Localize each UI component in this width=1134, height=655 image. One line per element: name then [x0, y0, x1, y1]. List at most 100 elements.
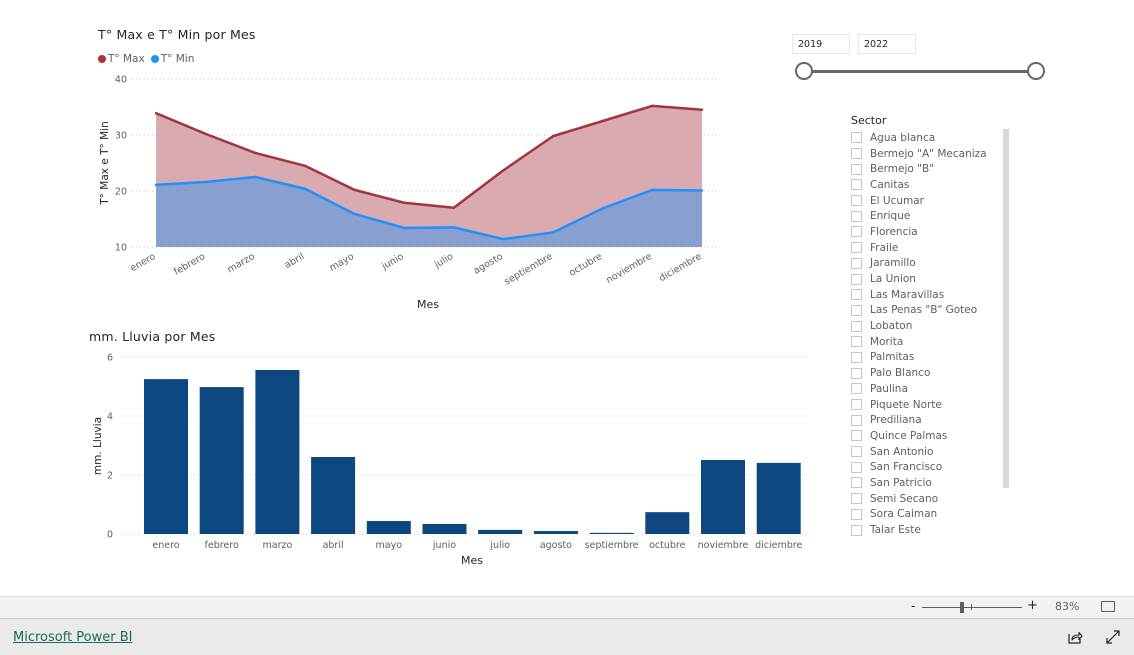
sector-checkbox[interactable] — [851, 351, 862, 363]
bar-diciembre[interactable] — [756, 462, 801, 534]
bar-mayo[interactable] — [366, 521, 411, 534]
sector-checkbox[interactable] — [851, 257, 862, 269]
sector-checkbox[interactable] — [851, 493, 862, 505]
sector-item[interactable]: Enrique — [851, 208, 1011, 224]
sector-item[interactable]: Canitas — [851, 177, 1011, 193]
sector-label: Canitas — [870, 178, 910, 191]
fit-to-page-icon[interactable] — [1101, 601, 1115, 612]
fullscreen-icon[interactable] — [1105, 629, 1121, 645]
sector-item[interactable]: Las Maravillas — [851, 287, 1011, 303]
sector-item[interactable]: Quince Palmas — [851, 428, 1011, 444]
sector-item[interactable]: Piquete Norte — [851, 397, 1011, 413]
sector-checkbox[interactable] — [851, 414, 862, 426]
sector-checkbox[interactable] — [851, 336, 862, 348]
sector-checkbox[interactable] — [851, 430, 862, 442]
sector-item[interactable]: San Antonio — [851, 444, 1011, 460]
sector-item[interactable]: Sora Caiman — [851, 507, 1011, 523]
temp-area-chart[interactable]: 10 20 30 40 enero febrero marzo abril mayo junio j… — [0, 0, 740, 320]
x-tick-label: junio — [432, 540, 456, 551]
share-icon[interactable] — [1067, 629, 1083, 645]
sector-checkbox[interactable] — [851, 273, 862, 285]
sector-checkbox[interactable] — [851, 383, 862, 395]
sector-checkbox[interactable] — [851, 195, 862, 207]
sector-checkbox[interactable] — [851, 399, 862, 411]
bar-febrero[interactable] — [199, 387, 244, 534]
sector-item[interactable]: Bermejo "B" — [851, 161, 1011, 177]
sector-checkbox[interactable] — [851, 477, 862, 489]
year-slider-track[interactable] — [804, 70, 1036, 73]
sector-label: Fraile — [870, 241, 899, 254]
sector-scrollbar[interactable] — [1003, 129, 1009, 488]
year-end-input[interactable]: 2022 — [858, 34, 916, 54]
sector-checkbox[interactable] — [851, 179, 862, 191]
sector-item[interactable]: Prediliana — [851, 412, 1011, 428]
x-tick-label: marzo — [263, 540, 293, 551]
sector-label: San Antonio — [870, 445, 934, 458]
x-tick-label: julio — [432, 251, 456, 271]
sector-checkbox[interactable] — [851, 242, 862, 254]
point-t-max — [502, 169, 505, 172]
sector-label: Florencia — [870, 225, 918, 238]
sector-checkbox[interactable] — [851, 508, 862, 520]
x-tick-label: agosto — [472, 251, 506, 277]
zoom-slider-track[interactable] — [922, 607, 1022, 608]
sector-checkbox[interactable] — [851, 320, 862, 332]
zoom-in-button[interactable]: + — [1027, 598, 1038, 613]
zoom-slider-handle[interactable] — [960, 602, 964, 613]
sector-item[interactable]: Bermejo "A" Mecaniza — [851, 146, 1011, 162]
bar-octubre[interactable] — [645, 512, 690, 534]
sector-checkbox[interactable] — [851, 367, 862, 379]
sector-checkbox[interactable] — [851, 461, 862, 473]
sector-label: Palo Blanco — [870, 367, 931, 380]
sector-item[interactable]: Paulina — [851, 381, 1011, 397]
sector-item[interactable]: San Patricio — [851, 475, 1011, 491]
bar-abril[interactable] — [311, 457, 356, 534]
sector-item[interactable]: El Ucumar — [851, 193, 1011, 209]
sector-item[interactable]: Agua blanca — [851, 130, 1011, 146]
bar-enero[interactable] — [144, 379, 188, 534]
sector-checkbox[interactable] — [851, 524, 862, 536]
sector-checkbox[interactable] — [851, 446, 862, 458]
sector-item[interactable]: Jaramillo — [851, 256, 1011, 272]
rain-bar-chart[interactable]: 0 2 4 6 enero febrero marzo abril mayo junio julio… — [0, 340, 830, 580]
x-tick-label: enero — [128, 251, 157, 274]
bar-julio[interactable] — [478, 529, 523, 534]
bar-agosto[interactable] — [533, 531, 578, 534]
sector-item[interactable]: La Union — [851, 271, 1011, 287]
sector-checkbox[interactable] — [851, 148, 862, 160]
sector-label: La Union — [870, 273, 916, 286]
point-t-max — [303, 164, 307, 167]
year-start-input[interactable]: 2019 — [792, 34, 850, 54]
sector-label: Jaramillo — [870, 257, 916, 270]
point-t-max — [204, 132, 207, 136]
bar-junio[interactable] — [422, 523, 467, 534]
sector-item[interactable]: Lobaton — [851, 318, 1011, 334]
sector-item[interactable]: Las Penas "B" Goteo — [851, 303, 1011, 319]
power-bi-link[interactable]: Microsoft Power BI — [13, 630, 132, 645]
bar-septiembre[interactable] — [589, 532, 634, 534]
sector-checkbox[interactable] — [851, 304, 862, 316]
year-slider-start-handle[interactable] — [795, 62, 813, 80]
year-slider-end-handle[interactable] — [1027, 62, 1045, 80]
sector-item[interactable]: Morita — [851, 334, 1011, 350]
bar-noviembre[interactable] — [701, 459, 745, 534]
sector-item[interactable]: Fraile — [851, 240, 1011, 256]
sector-checkbox[interactable] — [851, 289, 862, 301]
bar-marzo[interactable] — [255, 369, 300, 534]
report-canvas: T° Max e T° Min por Mes T° Max T° Min 10… — [0, 0, 1134, 596]
sector-item[interactable]: San Francisco — [851, 459, 1011, 475]
point-t-min — [204, 180, 207, 184]
sector-checkbox[interactable] — [851, 132, 862, 144]
sector-item[interactable]: Semi Secano — [851, 491, 1011, 507]
point-t-min — [353, 212, 356, 216]
sector-item[interactable]: Florencia — [851, 224, 1011, 240]
sector-checkbox[interactable] — [851, 163, 862, 175]
sector-item[interactable]: Talar Este — [851, 522, 1011, 538]
sector-checkbox[interactable] — [851, 210, 862, 222]
sector-item[interactable]: Palo Blanco — [851, 365, 1011, 381]
x-tick-label: agosto — [540, 540, 572, 551]
zoom-out-button[interactable]: - — [911, 599, 915, 613]
sector-item[interactable]: Palmitas — [851, 350, 1011, 366]
x-tick-label: octubre — [567, 251, 604, 279]
sector-checkbox[interactable] — [851, 226, 862, 238]
